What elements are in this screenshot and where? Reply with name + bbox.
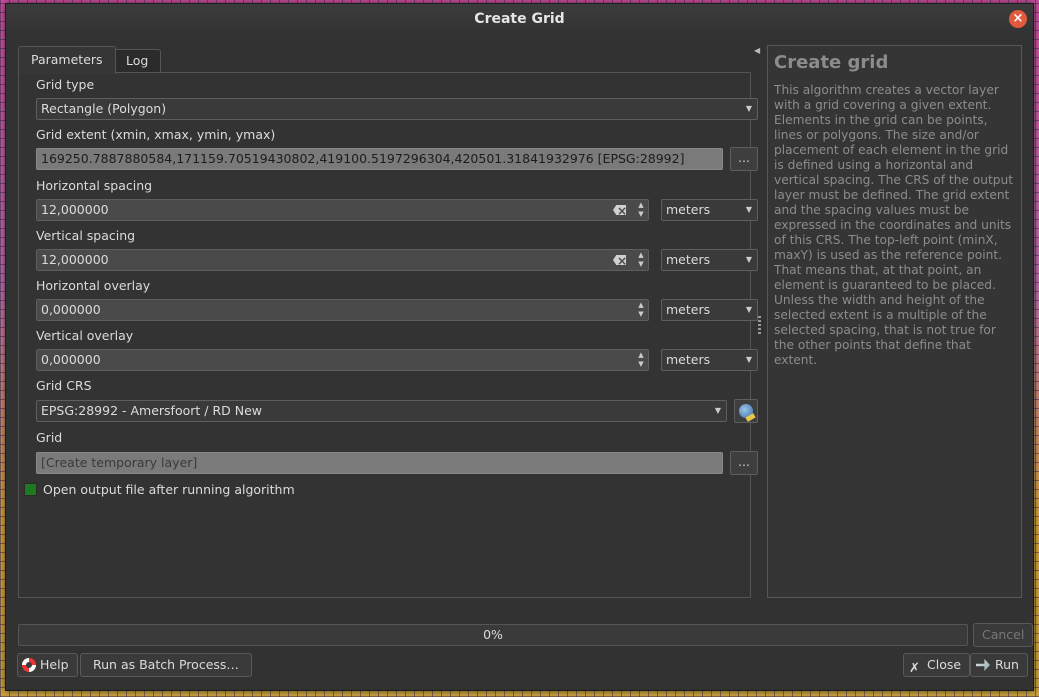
help-panel: Create grid This algorithm creates a vec… bbox=[767, 45, 1022, 598]
chevron-down-icon: ▼ bbox=[745, 255, 752, 264]
h-spacing-input[interactable]: 12,000000 ▲▼ bbox=[36, 199, 649, 221]
v-spacing-value: 12,000000 bbox=[41, 252, 109, 267]
spinner-arrows-icon[interactable]: ▲ ▼ bbox=[637, 301, 645, 319]
tab-log[interactable]: Log bbox=[113, 49, 162, 73]
chevron-down-icon: ▼ bbox=[745, 205, 752, 214]
title-bar: Create Grid × bbox=[6, 4, 1033, 34]
h-spacing-label: Horizontal spacing bbox=[36, 178, 153, 193]
parameters-panel: Grid type Rectangle (Polygon) ▼ Grid ext… bbox=[18, 72, 758, 598]
run-button[interactable]: Run bbox=[970, 653, 1028, 677]
grid-output-browse-button[interactable]: ... bbox=[730, 451, 758, 475]
chevron-down-icon: ▼ bbox=[745, 305, 752, 314]
spinner-arrows-icon[interactable]: ▲ ▼ bbox=[637, 351, 645, 369]
help-text: This algorithm creates a vector layer wi… bbox=[774, 83, 1013, 367]
crs-value: EPSG:28992 - Amersfoort / RD New bbox=[41, 403, 263, 418]
h-spacing-value: 12,000000 bbox=[41, 202, 109, 217]
lifebuoy-icon bbox=[22, 658, 36, 672]
v-overlay-input[interactable]: 0,000000 ▲ ▼ bbox=[36, 349, 649, 371]
extent-browse-button[interactable]: ... bbox=[730, 147, 758, 171]
open-output-checkbox[interactable] bbox=[24, 483, 37, 496]
grid-type-value: Rectangle (Polygon) bbox=[41, 101, 167, 116]
cancel-button[interactable]: Cancel bbox=[973, 623, 1034, 647]
clear-icon[interactable] bbox=[613, 205, 626, 215]
extent-input[interactable]: 169250.7887880584,171159.70519430802,419… bbox=[36, 148, 723, 170]
grid-output-input[interactable]: [Create temporary layer] bbox=[36, 452, 723, 474]
h-overlay-label: Horizontal overlay bbox=[36, 278, 151, 293]
chevron-down-icon: ▼ bbox=[745, 104, 752, 113]
crs-select[interactable]: EPSG:28992 - Amersfoort / RD New ▼ bbox=[36, 400, 727, 422]
v-overlay-value: 0,000000 bbox=[41, 352, 101, 367]
help-title: Create grid bbox=[774, 52, 889, 73]
v-overlay-label: Vertical overlay bbox=[36, 328, 134, 343]
run-arrow-icon bbox=[976, 659, 990, 671]
help-button-label: Help bbox=[40, 657, 69, 672]
tab-parameters[interactable]: Parameters bbox=[18, 46, 116, 74]
spinner-arrows-icon[interactable]: ▲ ▼ bbox=[637, 251, 645, 269]
chevron-down-icon: ▼ bbox=[745, 355, 752, 364]
close-button[interactable]: ✗ Close bbox=[903, 653, 971, 677]
v-spacing-input[interactable]: 12,000000 ▲▼ bbox=[36, 249, 649, 271]
crs-label: Grid CRS bbox=[36, 378, 92, 393]
dialog-title: Create Grid bbox=[474, 11, 565, 27]
create-grid-dialog: Create Grid × Parameters Log Grid type R… bbox=[5, 3, 1034, 691]
batch-process-button[interactable]: Run as Batch Process… bbox=[80, 653, 252, 677]
run-button-label: Run bbox=[995, 657, 1019, 672]
v-overlay-unit-value: meters bbox=[666, 352, 711, 367]
tools-icon: ✗ bbox=[909, 661, 920, 676]
h-overlay-unit-value: meters bbox=[666, 302, 711, 317]
grid-type-label: Grid type bbox=[36, 77, 95, 92]
extent-label: Grid extent (xmin, xmax, ymin, ymax) bbox=[36, 127, 276, 142]
progress-bar: 0% bbox=[18, 624, 968, 646]
grid-output-label: Grid bbox=[36, 430, 63, 445]
h-spacing-unit-select[interactable]: meters ▼ bbox=[661, 199, 758, 221]
clear-icon[interactable] bbox=[613, 255, 626, 265]
chevron-down-icon: ▼ bbox=[714, 406, 721, 415]
splitter-handle[interactable] bbox=[758, 314, 761, 334]
window-close-icon[interactable]: × bbox=[1009, 10, 1027, 28]
h-overlay-input[interactable]: 0,000000 ▲ ▼ bbox=[36, 299, 649, 321]
spinner-arrows-icon[interactable]: ▲ ▼ bbox=[637, 201, 645, 219]
close-button-label: Close bbox=[927, 657, 962, 672]
v-spacing-unit-select[interactable]: meters ▼ bbox=[661, 249, 758, 271]
progress-text: 0% bbox=[483, 627, 503, 642]
h-spacing-unit-value: meters bbox=[666, 202, 711, 217]
v-spacing-unit-value: meters bbox=[666, 252, 711, 267]
h-overlay-value: 0,000000 bbox=[41, 302, 101, 317]
crs-selector-button[interactable] bbox=[734, 399, 758, 423]
open-output-label: Open output file after running algorithm bbox=[43, 482, 295, 497]
help-button[interactable]: Help bbox=[17, 653, 78, 677]
h-overlay-unit-select[interactable]: meters ▼ bbox=[661, 299, 758, 321]
v-spacing-label: Vertical spacing bbox=[36, 228, 136, 243]
v-overlay-unit-select[interactable]: meters ▼ bbox=[661, 349, 758, 371]
grid-type-select[interactable]: Rectangle (Polygon) ▼ bbox=[36, 98, 758, 120]
collapse-panel-icon[interactable]: ◀ bbox=[754, 46, 760, 55]
